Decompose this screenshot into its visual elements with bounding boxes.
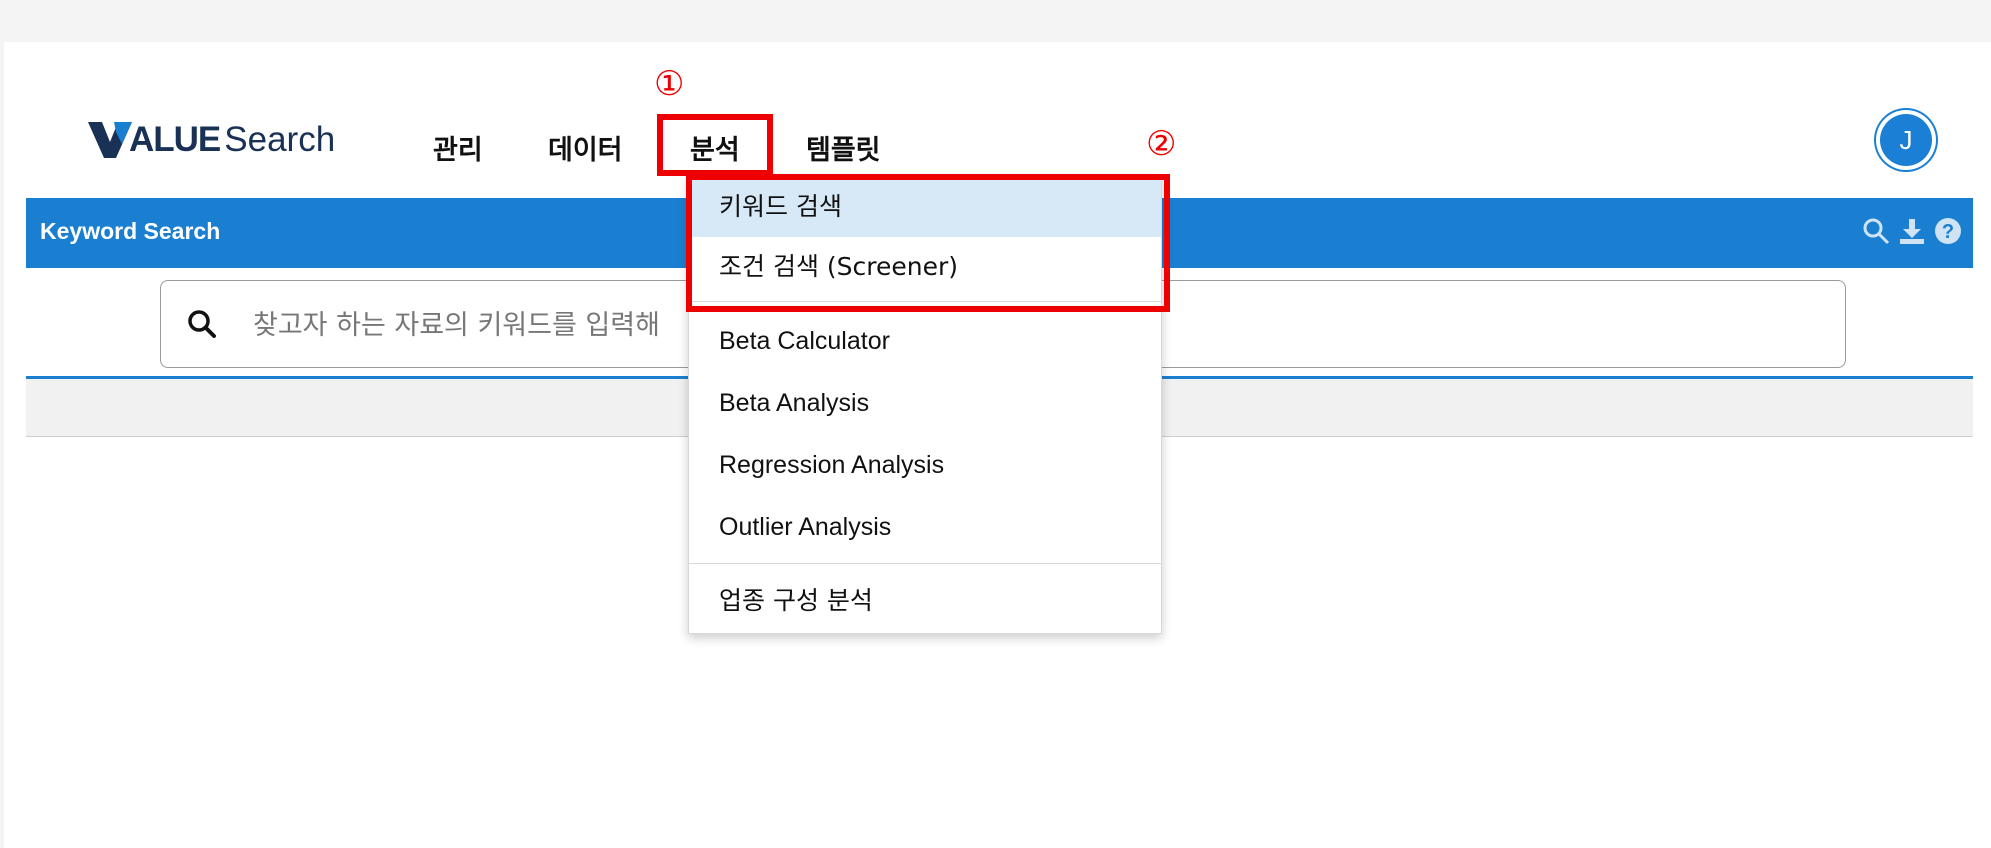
logo-v-mark bbox=[88, 122, 132, 158]
menu-item-outlier-analysis[interactable]: Outlier Analysis bbox=[689, 497, 1161, 557]
svg-text:?: ? bbox=[1942, 221, 1954, 243]
search-icon[interactable] bbox=[187, 309, 217, 339]
logo-text-alue: ALUE bbox=[129, 120, 221, 159]
search-icon[interactable] bbox=[1861, 216, 1891, 246]
title-bar-icons: ? bbox=[1861, 216, 1963, 246]
menu-item-beta-analysis[interactable]: Beta Analysis bbox=[689, 373, 1161, 433]
menu-item-beta-calculator[interactable]: Beta Calculator bbox=[689, 311, 1161, 371]
nav-analysis[interactable]: 분석 bbox=[690, 128, 740, 167]
menu-item-industry-composition[interactable]: 업종 구성 분석 bbox=[689, 571, 1161, 631]
annotation-marker-1: ① bbox=[654, 64, 685, 104]
annotation-marker-2: ② bbox=[1146, 124, 1177, 164]
nav-management[interactable]: 관리 bbox=[433, 128, 483, 167]
download-icon[interactable] bbox=[1897, 216, 1927, 246]
menu-divider bbox=[689, 563, 1161, 564]
logo-text-search: Search bbox=[224, 120, 336, 159]
panel-title: Keyword Search bbox=[40, 218, 221, 244]
analysis-dropdown-menu: 키워드 검색 조건 검색 (Screener) Beta Calculator … bbox=[688, 176, 1162, 634]
menu-item-regression-analysis[interactable]: Regression Analysis bbox=[689, 435, 1161, 495]
avatar-initial: J bbox=[1899, 124, 1913, 155]
menu-divider bbox=[689, 301, 1161, 302]
menu-item-keyword-search[interactable]: 키워드 검색 bbox=[689, 177, 1161, 237]
help-icon[interactable]: ? bbox=[1933, 216, 1963, 246]
nav-data[interactable]: 데이터 bbox=[548, 128, 623, 167]
nav-template[interactable]: 템플릿 bbox=[806, 128, 881, 167]
valuesearch-logo[interactable]: ALUE Search bbox=[88, 118, 335, 162]
user-avatar[interactable]: J bbox=[1876, 110, 1936, 170]
menu-item-screener[interactable]: 조건 검색 (Screener) bbox=[689, 237, 1161, 297]
